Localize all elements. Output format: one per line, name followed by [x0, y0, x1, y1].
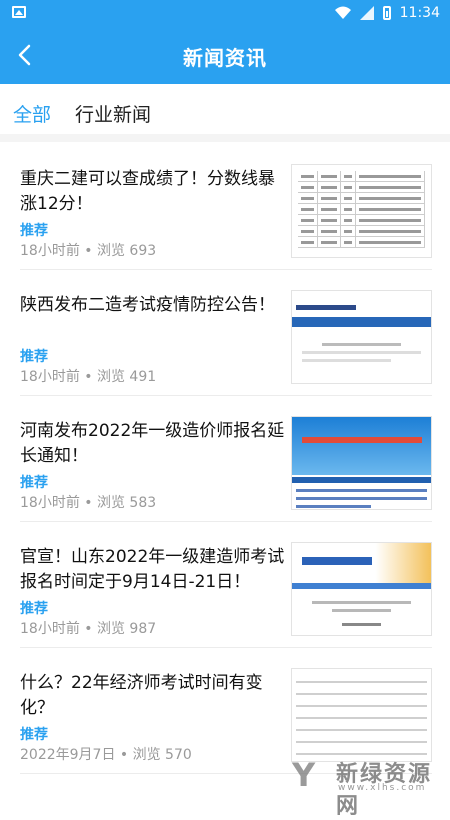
- status-time: 11:34: [399, 5, 440, 21]
- news-item[interactable]: 河南发布2022年一级造价师报名延长通知！ 推荐 18小时前 • 浏览 583: [20, 402, 432, 522]
- watermark-url: www.xlhs.com: [338, 783, 427, 793]
- gallery-notification-icon: [12, 6, 26, 18]
- news-thumbnail: [291, 668, 432, 762]
- news-title: 河南发布2022年一级造价师报名延长通知！: [20, 421, 285, 466]
- wifi-icon: [334, 6, 351, 19]
- news-meta: 18小时前 • 浏览 693: [20, 243, 157, 259]
- watermark-logo-icon: Y: [292, 756, 316, 794]
- page-title: 新闻资讯: [183, 46, 267, 70]
- news-title: 陕西发布二造考试疫情防控公告！: [20, 295, 275, 315]
- app-bar: 新闻资讯: [0, 26, 450, 84]
- tab-all[interactable]: 全部: [13, 100, 51, 127]
- news-item[interactable]: 陕西发布二造考试疫情防控公告！ 推荐 18小时前 • 浏览 491: [20, 276, 432, 396]
- site-watermark: Y 新绿资源网 www.xlhs.com: [292, 752, 450, 819]
- news-item[interactable]: 官宣！山东2022年一级建造师考试报名时间定于9月14日-21日！ 推荐 18小…: [20, 528, 432, 648]
- news-title: 官宣！山东2022年一级建造师考试报名时间定于9月14日-21日！: [20, 547, 285, 592]
- news-item[interactable]: 重庆二建可以查成绩了！分数线暴涨12分！ 推荐 18小时前 • 浏览 693: [20, 150, 432, 270]
- battery-icon: [382, 6, 391, 20]
- recommend-tag: 推荐: [20, 349, 48, 365]
- news-meta: 18小时前 • 浏览 583: [20, 495, 157, 511]
- status-bar: 11:34: [0, 0, 450, 26]
- news-meta: 2022年9月7日 • 浏览 570: [20, 747, 192, 763]
- recommend-tag: 推荐: [20, 223, 48, 239]
- news-title: 重庆二建可以查成绩了！分数线暴涨12分！: [20, 169, 275, 214]
- news-meta: 18小时前 • 浏览 987: [20, 621, 157, 637]
- signal-icon: [359, 6, 374, 20]
- news-thumbnail: [291, 290, 432, 384]
- news-title: 什么？22年经济师考试时间有变化？: [20, 673, 263, 718]
- news-thumbnail: [291, 164, 432, 258]
- news-thumbnail: [291, 416, 432, 510]
- tab-industry-news[interactable]: 行业新闻: [75, 100, 151, 127]
- news-meta: 18小时前 • 浏览 491: [20, 369, 157, 385]
- news-thumbnail: [291, 542, 432, 636]
- recommend-tag: 推荐: [20, 601, 48, 617]
- recommend-tag: 推荐: [20, 475, 48, 491]
- recommend-tag: 推荐: [20, 727, 48, 743]
- category-tabs: 全部 行业新闻: [0, 84, 450, 142]
